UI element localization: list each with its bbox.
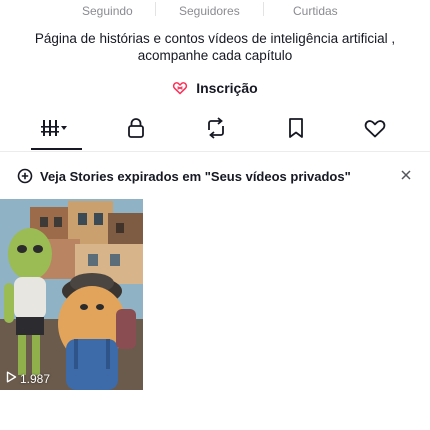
video-thumbnail-image [0, 199, 143, 390]
banner-text: Veja Stories expirados em "Seus vídeos p… [40, 169, 351, 184]
profile-bio: Página de histórias e contos vídeos de i… [34, 31, 396, 63]
add-circle-icon [17, 168, 33, 189]
subscribe-heart-icon [172, 80, 188, 99]
heart-icon [363, 117, 387, 144]
tab-videos[interactable] [40, 118, 70, 142]
followers-stat-label[interactable]: Seguidores [179, 4, 240, 18]
play-icon [6, 371, 17, 386]
profile-tabs [0, 108, 430, 152]
repost-icon [204, 116, 228, 144]
tab-liked[interactable] [360, 118, 390, 142]
close-icon[interactable] [396, 165, 416, 185]
bookmark-icon [287, 117, 305, 144]
expired-stories-banner[interactable]: Veja Stories expirados em "Seus vídeos p… [0, 157, 430, 195]
video-thumbnail[interactable]: 1.987 [0, 199, 143, 390]
tab-reposts[interactable] [201, 116, 231, 144]
stat-divider [263, 2, 264, 16]
active-tab-indicator [31, 148, 82, 150]
lock-icon [126, 117, 146, 144]
following-stat-label[interactable]: Seguindo [82, 4, 133, 18]
stat-divider [155, 2, 156, 16]
view-count-value: 1.987 [20, 371, 51, 386]
profile-stats-row: Seguindo Seguidores Curtidas [0, 0, 430, 24]
videos-grid-icon [40, 118, 70, 143]
video-view-count: 1.987 [6, 371, 50, 386]
subscribe-button[interactable]: Inscrição [0, 80, 430, 99]
subscribe-label: Inscrição [196, 80, 258, 96]
tab-saved[interactable] [281, 117, 311, 144]
tab-private[interactable] [121, 117, 151, 144]
likes-stat-label: Curtidas [293, 4, 338, 18]
